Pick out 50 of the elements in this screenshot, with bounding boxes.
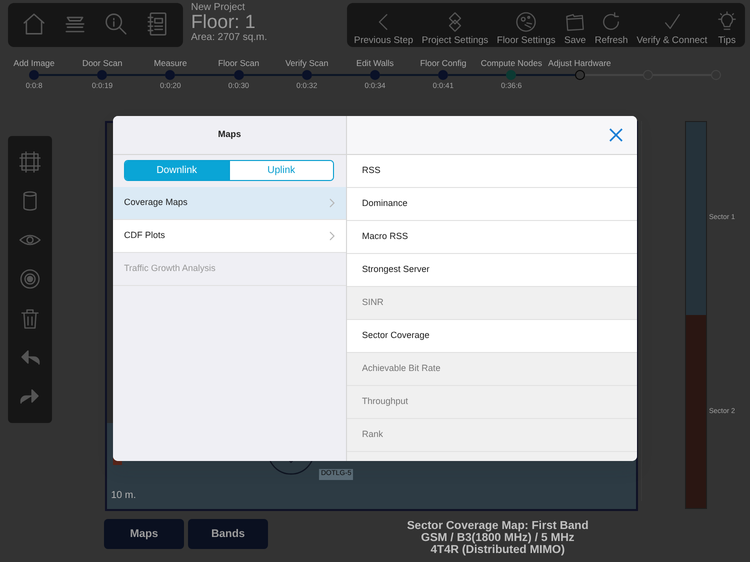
step-marker[interactable]: [97, 70, 108, 80]
floor-plan-icon[interactable]: [18, 150, 42, 174]
map-caption-line: Sector Coverage Map: First Band: [407, 520, 588, 532]
lightbulb-button[interactable]: Tips: [712, 10, 741, 45]
segment-option[interactable]: Uplink: [228, 161, 333, 180]
panel-button[interactable]: Bands: [188, 519, 268, 549]
map-category-item[interactable]: CDF Plots: [113, 220, 346, 253]
step-label: Adjust Hardware: [548, 58, 612, 69]
panel-button[interactable]: Maps: [104, 519, 184, 549]
step-marker[interactable]: [302, 70, 312, 80]
step-marker[interactable]: [29, 70, 40, 80]
floor-area: Area: 2707 sq.m.: [191, 32, 339, 43]
map-type-item[interactable]: Dominance: [347, 188, 637, 221]
map-type-item[interactable]: Strongest Server: [347, 254, 637, 287]
map-caption-line: GSM / B3(1800 MHz) / 5 MHz: [420, 532, 576, 544]
step-label: Floor Scan: [218, 58, 260, 69]
step-label: Compute Nodes: [480, 58, 542, 69]
settings-button[interactable]: Floor Settings: [494, 10, 559, 45]
map-category-item[interactable]: Coverage Maps: [113, 187, 346, 220]
search-icon: [102, 10, 129, 36]
map-type-item[interactable]: Macro RSS: [347, 221, 637, 254]
map-caption-line: 4T4R (Distributed MIMO): [430, 544, 566, 556]
step-label: Edit Walls: [356, 58, 394, 69]
step-marker[interactable]: [234, 70, 244, 80]
project-name: New Project: [191, 3, 246, 13]
step-marker[interactable]: [574, 70, 585, 80]
map-type-item[interactable]: Sector Coverage: [347, 320, 637, 353]
refresh-button[interactable]: Refresh: [592, 10, 631, 45]
step-label: Add Image: [14, 58, 55, 69]
floor-title: Floor: 1: [191, 13, 256, 33]
home-icon: [21, 10, 48, 36]
scale-label: 10 m.: [111, 489, 136, 503]
dialog-title: Maps: [218, 128, 241, 142]
step-marker[interactable]: [506, 70, 516, 80]
close-icon[interactable]: [609, 128, 623, 142]
checkmark-button[interactable]: Verify & Connect: [634, 10, 710, 45]
lightbulb-icon: [716, 10, 738, 32]
step-marker[interactable]: [165, 70, 176, 80]
target-icon[interactable]: [18, 267, 42, 292]
step-label: Verify Scan: [285, 58, 328, 69]
folder-button[interactable]: Save: [561, 10, 590, 45]
step-marker[interactable]: [370, 70, 380, 80]
step-label: Door Scan: [82, 58, 122, 69]
diamond-links-button[interactable]: Project Settings: [418, 10, 492, 45]
step-label: Floor Config: [420, 58, 466, 69]
back-arrow-button[interactable]: Previous Step: [351, 10, 416, 45]
map-type-item[interactable]: RSS: [347, 155, 637, 188]
step-marker[interactable]: [438, 70, 448, 80]
segment-option[interactable]: Downlink: [125, 161, 228, 180]
step-label: Measure: [154, 58, 187, 69]
